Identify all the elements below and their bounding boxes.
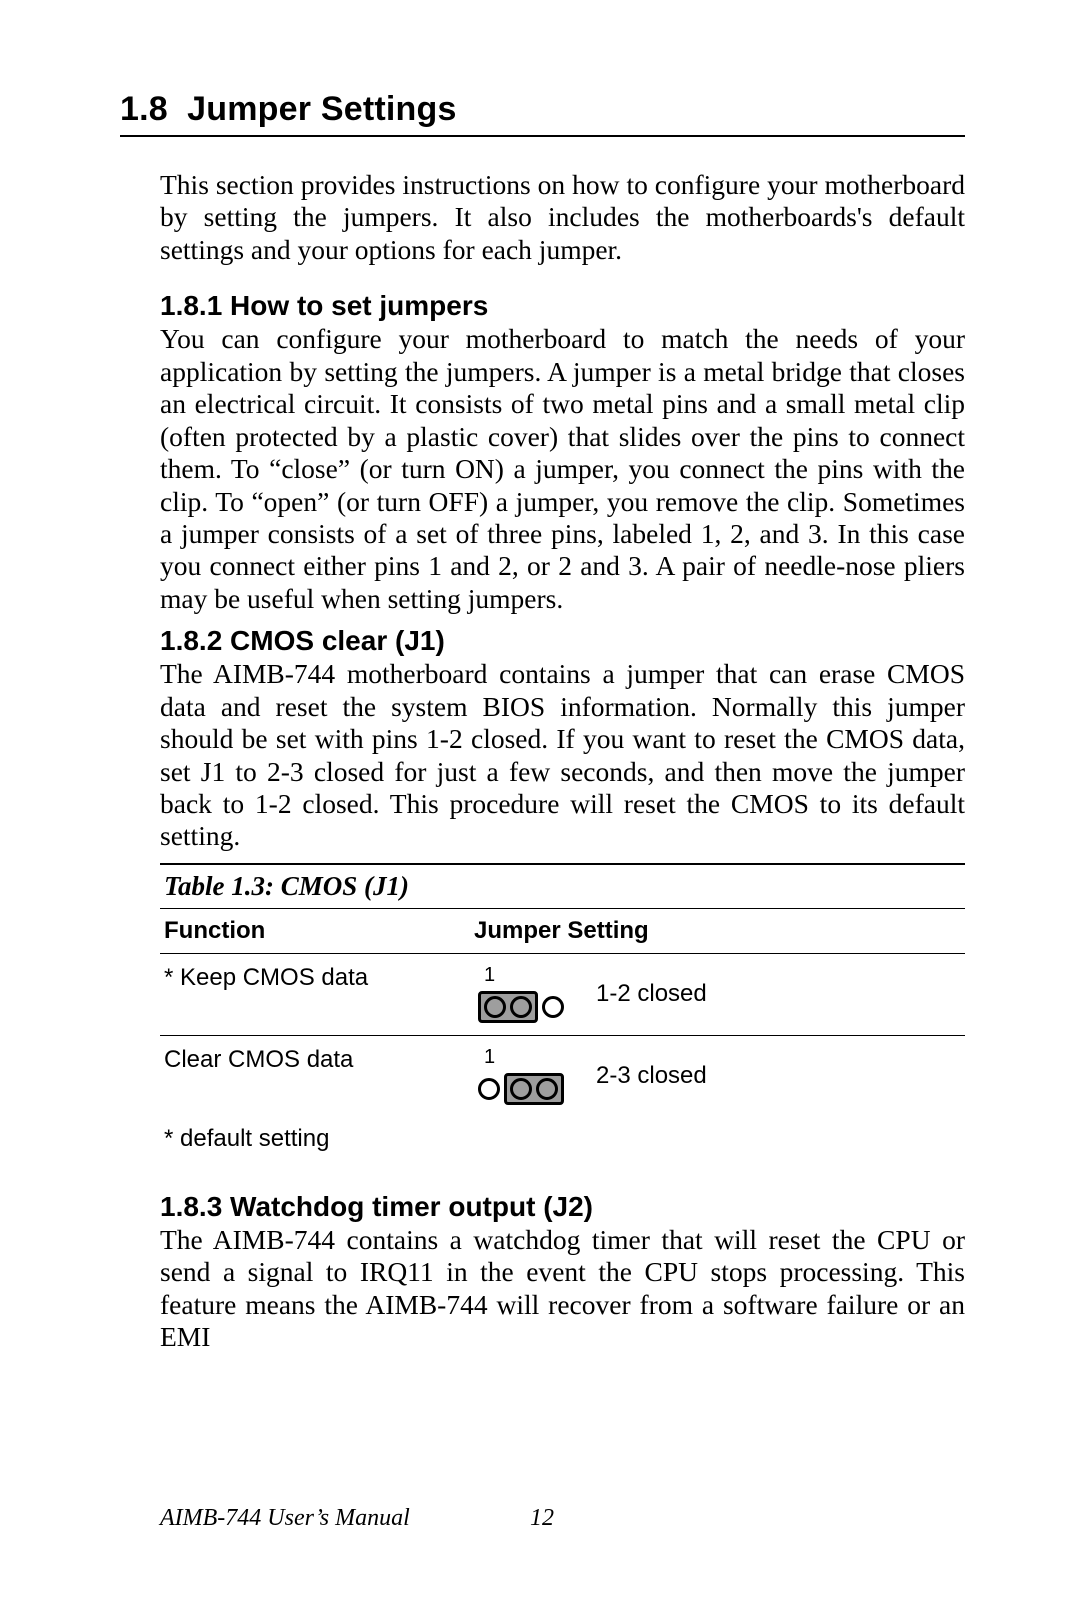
jumper-pins	[474, 989, 568, 1025]
subsection-heading-1: 1.8.1 How to set jumpers	[160, 290, 965, 322]
cmos-jumper-table: Table 1.3: CMOS (J1) Function Jumper Set…	[160, 863, 965, 1153]
section-number: 1.8	[120, 90, 168, 128]
table-header-setting: Jumper Setting	[474, 917, 965, 945]
pin-hole-icon	[510, 996, 532, 1018]
section-heading: 1.8 Jumper Settings	[120, 90, 965, 129]
pin-one-label: 1	[474, 964, 495, 987]
subsection-heading-2: 1.8.2 CMOS clear (J1)	[160, 625, 965, 657]
section-intro-paragraph: This section provides instructions on ho…	[160, 169, 965, 266]
section-title-text: Jumper Settings	[187, 90, 456, 128]
table-cell-setting: 1 2-3 closed	[474, 1046, 965, 1107]
subsection-heading-3: 1.8.3 Watchdog timer output (J2)	[160, 1191, 965, 1223]
table-header-function: Function	[164, 917, 474, 945]
subsection-body-2: The AIMB-744 motherboard contains a jump…	[160, 658, 965, 853]
table-cell-function: * Keep CMOS data	[164, 964, 474, 992]
footer-manual-title: AIMB-744 User’s Manual	[160, 1505, 410, 1531]
subsection-body-1: You can configure your motherboard to ma…	[160, 323, 965, 615]
pin-hole-icon	[542, 996, 564, 1018]
table-row: * Keep CMOS data 1 1-2 closed	[160, 954, 965, 1035]
page-footer: AIMB-744 User’s Manual 12	[160, 1505, 960, 1532]
pin-hole-icon	[510, 1078, 532, 1100]
table-cell-function: Clear CMOS data	[164, 1046, 474, 1074]
table-header-row: Function Jumper Setting	[160, 909, 965, 953]
table-row: Clear CMOS data 1 2-3 closed	[160, 1036, 965, 1117]
jumper-diagram-icon: 1	[474, 1046, 568, 1107]
pin-hole-icon	[478, 1078, 500, 1100]
table-cell-setting: 1 1-2 closed	[474, 964, 965, 1025]
jumper-diagram-icon: 1	[474, 964, 568, 1025]
subsection-body-3: The AIMB-744 contains a watchdog timer t…	[160, 1224, 965, 1354]
table-footnote: * default setting	[160, 1117, 965, 1153]
jumper-pins	[474, 1071, 568, 1107]
jumper-cap-icon	[504, 1073, 564, 1105]
footer-page-number: 12	[530, 1505, 554, 1532]
jumper-setting-text: 1-2 closed	[596, 980, 707, 1008]
table-caption: Table 1.3: CMOS (J1)	[160, 865, 965, 908]
pin-hole-icon	[484, 996, 506, 1018]
pin-one-label: 1	[474, 1046, 495, 1069]
jumper-cap-icon	[478, 991, 538, 1023]
pin-hole-icon	[536, 1078, 558, 1100]
section-rule	[120, 135, 965, 137]
jumper-setting-text: 2-3 closed	[596, 1062, 707, 1090]
